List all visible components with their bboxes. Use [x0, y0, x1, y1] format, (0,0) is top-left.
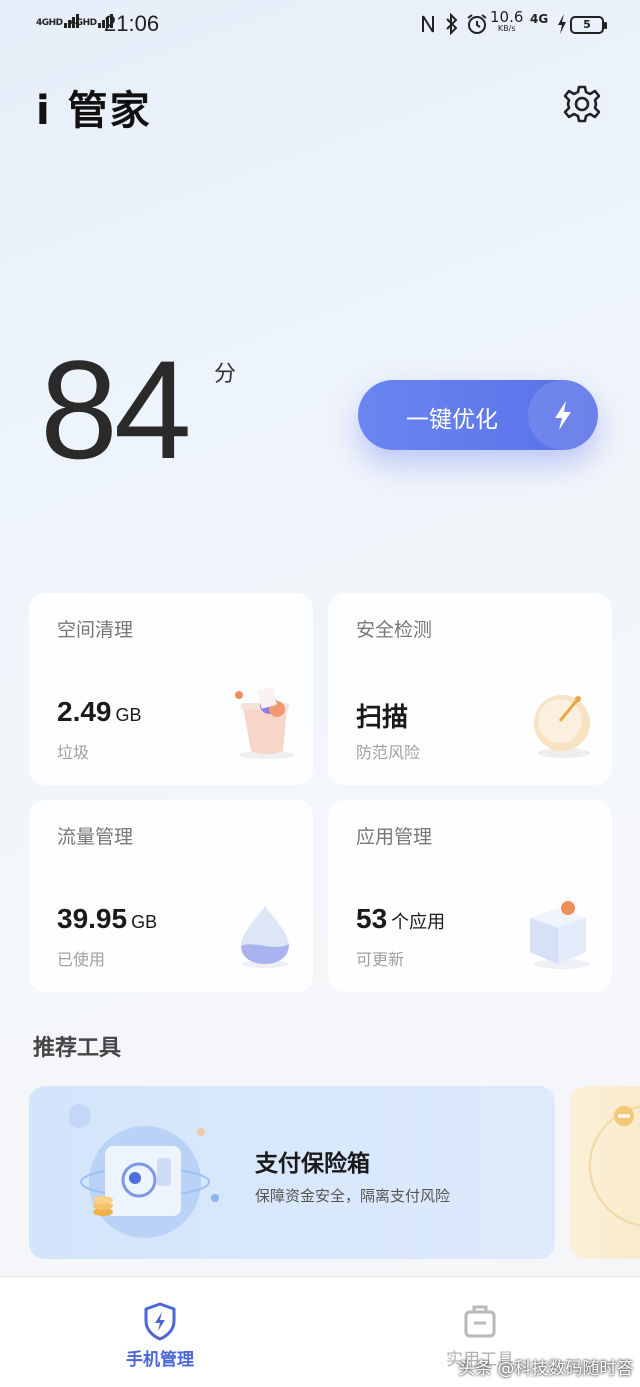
settings-button[interactable]: [562, 84, 602, 124]
trash-bin-icon: [229, 685, 305, 765]
gear-icon: [563, 85, 601, 123]
card-title: 流量管理: [57, 826, 134, 848]
card-title: 安全检测: [356, 619, 433, 641]
card-subtitle: 已使用: [57, 950, 106, 969]
card-data-usage[interactable]: 流量管理 39.95 GB 已使用: [29, 800, 313, 992]
health-score: 84: [40, 331, 192, 488]
tool-description: 保障资金安全，隔离支付风险: [255, 1187, 451, 1205]
watermark: 头条 @科技数码随时答: [458, 1359, 634, 1379]
network-speed: 10.6 KB/s: [490, 8, 524, 33]
battery-indicator: 5: [570, 16, 607, 34]
app-title: i 管家: [36, 88, 152, 134]
water-drop-icon: [233, 900, 297, 974]
alarm-icon: [466, 13, 488, 39]
card-value: 53 个应用: [356, 903, 446, 934]
one-click-optimize-button[interactable]: 一键优化: [358, 380, 598, 450]
card-subtitle: 垃圾: [57, 743, 90, 762]
radar-scan-icon: [526, 685, 598, 765]
shield-lightning-icon: [142, 1301, 178, 1341]
toolbox-icon: [462, 1301, 498, 1341]
safe-box-icon: [67, 1100, 249, 1254]
section-title-recommended: 推荐工具: [33, 1036, 122, 1061]
lightning-icon: [528, 380, 598, 450]
tool-illustration: [589, 1105, 640, 1227]
app-cube-icon: [522, 896, 598, 976]
tool-card-payment-safe[interactable]: 支付保险箱 保障资金安全，隔离支付风险: [29, 1086, 555, 1259]
card-value: 39.95 GB: [57, 903, 158, 934]
tool-title: 支付保险箱: [255, 1151, 370, 1177]
card-security-check[interactable]: 安全检测 扫描 防范风险: [328, 593, 612, 785]
card-subtitle: 可更新: [356, 950, 405, 969]
card-value: 扫描: [356, 703, 409, 733]
nav-label: 手机管理: [126, 1350, 194, 1370]
card-storage-clean[interactable]: 空间清理 2.49 GB 垃圾: [29, 593, 313, 785]
card-subtitle: 防范风险: [356, 743, 421, 762]
charging-icon: [556, 13, 568, 39]
bluetooth-icon: [444, 12, 460, 39]
score-unit: 分: [214, 362, 237, 387]
card-title: 空间清理: [57, 619, 134, 641]
card-app-management[interactable]: 应用管理 53 个应用 可更新: [328, 800, 612, 992]
card-value: 2.49 GB: [57, 696, 142, 727]
optimize-label: 一键优化: [406, 407, 498, 433]
nfc-icon: [420, 13, 436, 39]
tool-card-next[interactable]: [570, 1086, 640, 1259]
card-title: 应用管理: [356, 826, 433, 848]
network-type: 4G: [530, 12, 549, 26]
nav-tab-phone-management[interactable]: 手机管理: [0, 1277, 320, 1387]
status-bar: 4GHD 4GHD 21:06 10.6 KB/s 4G 5: [0, 0, 640, 52]
clock: 21:06: [104, 11, 160, 36]
